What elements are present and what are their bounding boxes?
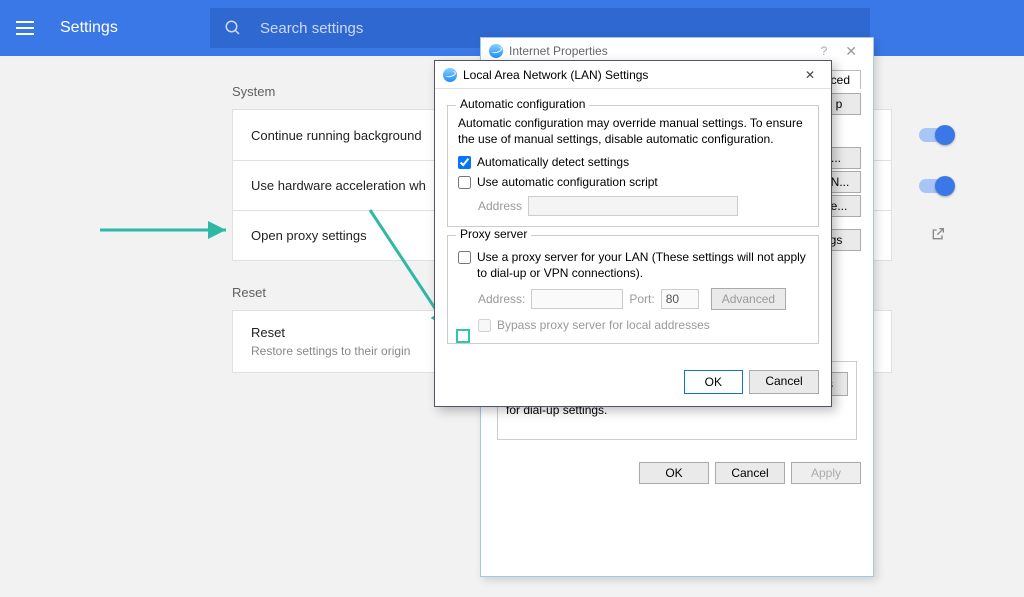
- close-icon[interactable]: ✕: [797, 66, 823, 84]
- proxy-address-input: [531, 289, 623, 309]
- lan-ok-button[interactable]: OK: [684, 370, 743, 394]
- external-link-icon: [930, 226, 946, 245]
- lan-settings-dialog: Local Area Network (LAN) Settings ✕ Auto…: [434, 60, 832, 407]
- bypass-checkbox: [478, 319, 491, 332]
- proxy-advanced-button[interactable]: Advanced: [711, 288, 786, 310]
- lan-footer: OK Cancel: [435, 360, 831, 406]
- auto-config-title: Automatic configuration: [456, 97, 589, 111]
- ie-icon: [489, 44, 503, 58]
- use-proxy-label: Use a proxy server for your LAN (These s…: [477, 250, 808, 281]
- proxy-port-label: Port:: [629, 292, 654, 306]
- lan-dialog-title: Local Area Network (LAN) Settings: [463, 68, 797, 82]
- help-icon[interactable]: ?: [821, 44, 828, 58]
- proxy-port-input: [661, 289, 699, 309]
- lan-cancel-button[interactable]: Cancel: [749, 370, 819, 394]
- use-proxy-checkbox[interactable]: [458, 251, 471, 264]
- proxy-group: Proxy server Use a proxy server for your…: [447, 235, 819, 344]
- ip-dialog-title: Internet Properties: [509, 44, 821, 58]
- row-label: Use hardware acceleration wh: [251, 178, 426, 193]
- search-icon: [224, 19, 242, 37]
- ip-footer: OK Cancel Apply: [481, 456, 873, 494]
- auto-config-group: Automatic configuration Automatic config…: [447, 105, 819, 227]
- lan-titlebar: Local Area Network (LAN) Settings ✕: [435, 61, 831, 89]
- ip-apply-button: Apply: [791, 462, 861, 484]
- ip-ok-button[interactable]: OK: [639, 462, 709, 484]
- row-label: Continue running background: [251, 128, 422, 143]
- script-address-label: Address: [478, 199, 522, 213]
- ip-cancel-button[interactable]: Cancel: [715, 462, 785, 484]
- toggle-background-apps[interactable]: [919, 128, 951, 142]
- auto-script-label: Use automatic configuration script: [477, 175, 658, 191]
- proxy-title: Proxy server: [456, 227, 531, 241]
- proxy-address-label: Address:: [478, 292, 525, 306]
- auto-detect-checkbox[interactable]: [458, 156, 471, 169]
- row-label: Open proxy settings: [251, 228, 367, 243]
- search-input[interactable]: [260, 20, 856, 37]
- close-icon[interactable]: ✕: [837, 41, 865, 62]
- auto-script-checkbox[interactable]: [458, 176, 471, 189]
- page-title: Settings: [60, 19, 210, 37]
- auto-config-text: Automatic configuration may override man…: [458, 116, 808, 147]
- toggle-hw-accel[interactable]: [919, 179, 951, 193]
- auto-detect-label: Automatically detect settings: [477, 155, 629, 171]
- ie-icon: [443, 68, 457, 82]
- menu-icon[interactable]: [16, 16, 40, 40]
- script-address-input: [528, 196, 738, 216]
- bypass-label: Bypass proxy server for local addresses: [497, 318, 710, 334]
